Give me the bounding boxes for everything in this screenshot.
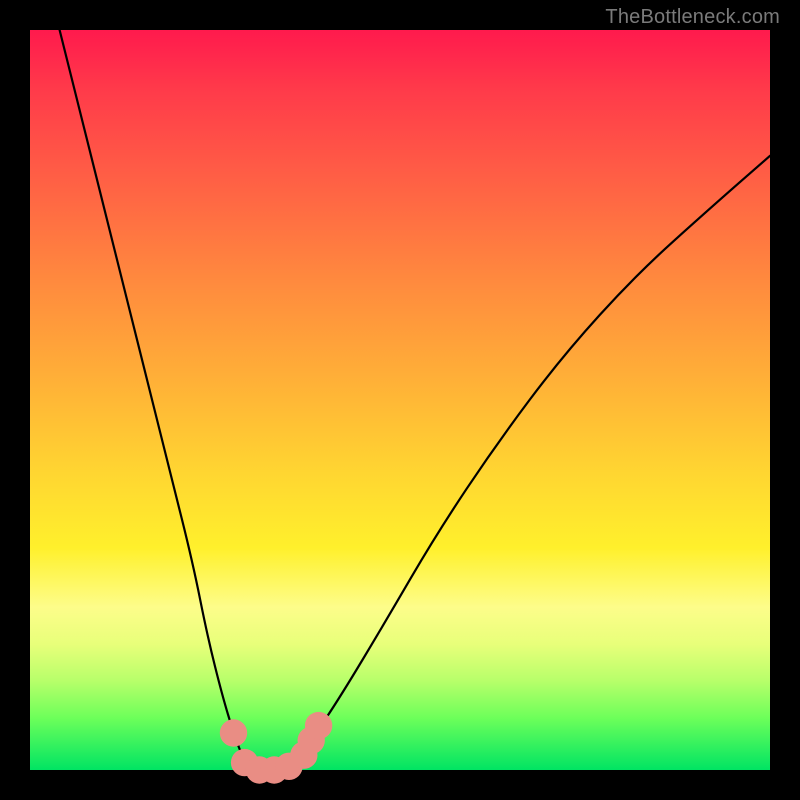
chart-svg <box>30 30 770 770</box>
marker-point <box>305 712 332 739</box>
chart-frame: TheBottleneck.com <box>0 0 800 800</box>
curve-layer <box>60 30 770 770</box>
watermark-text: TheBottleneck.com <box>605 6 780 29</box>
marker-layer <box>220 712 332 784</box>
marker-point <box>220 719 247 746</box>
bottleneck-curve-path <box>60 30 770 770</box>
